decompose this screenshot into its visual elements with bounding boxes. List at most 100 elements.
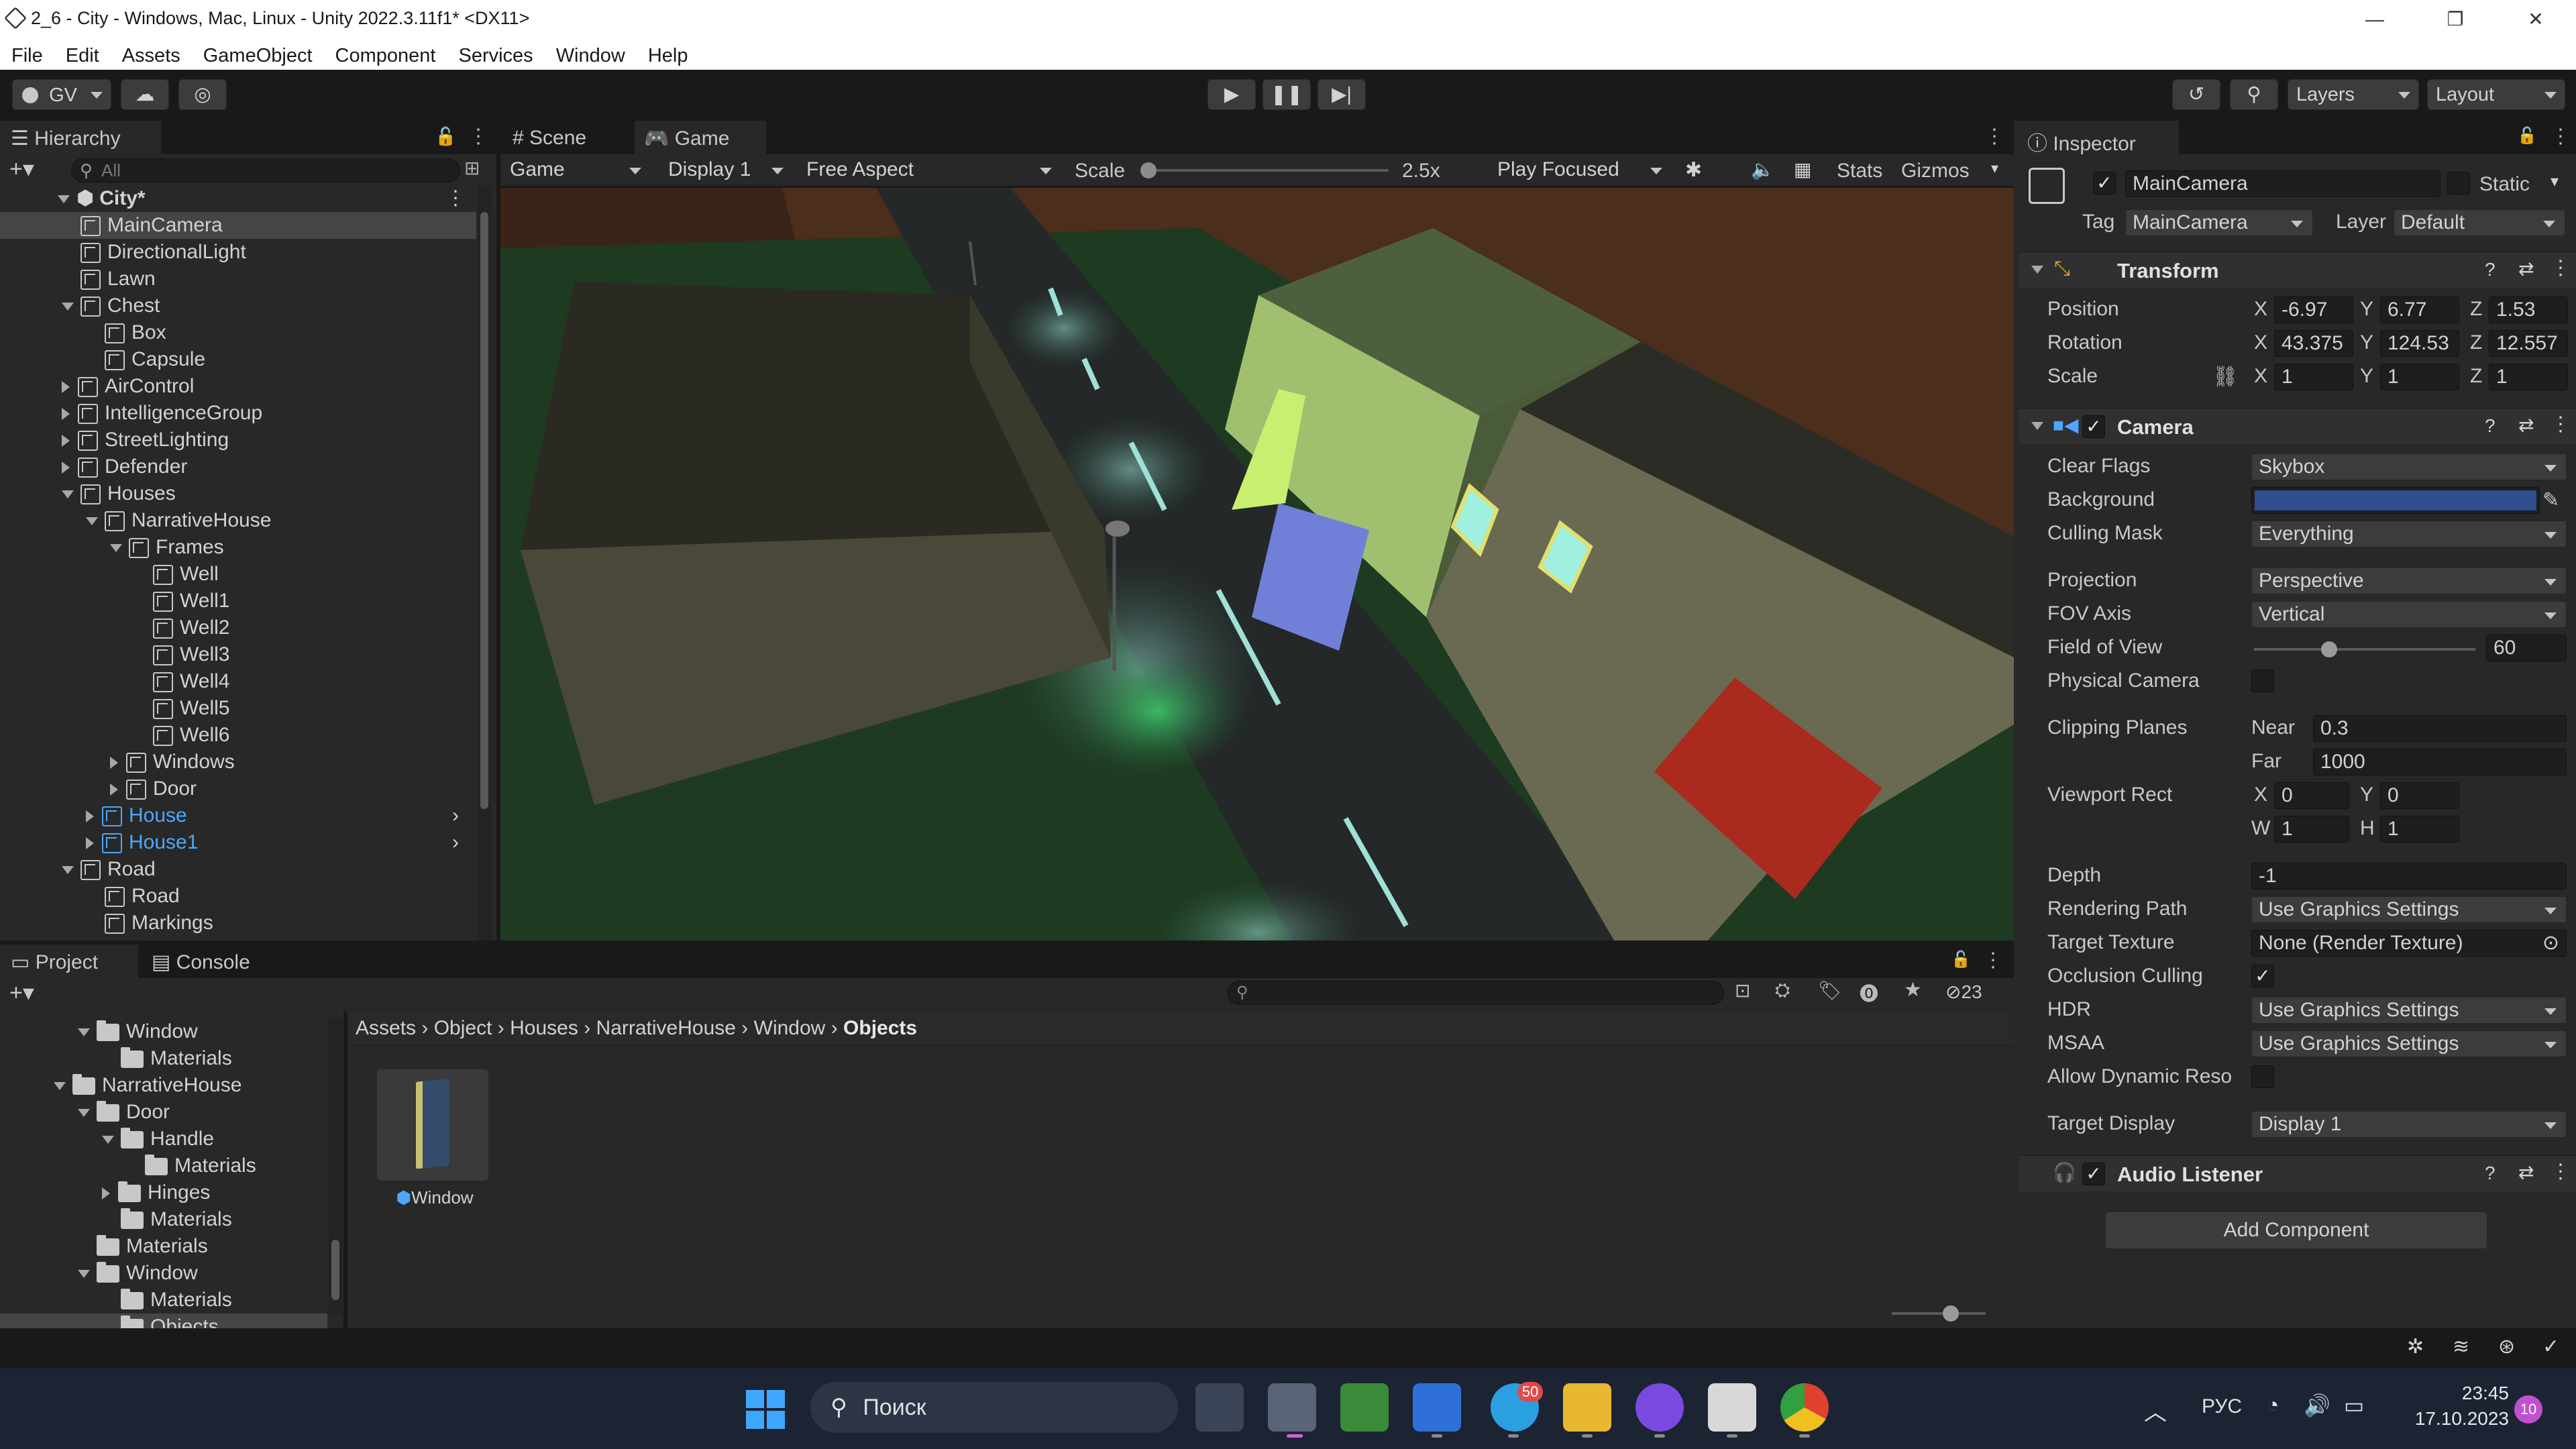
- project-folder-item[interactable]: Hinges: [0, 1179, 327, 1206]
- fold-closed-icon[interactable]: [62, 381, 70, 394]
- hierarchy-item[interactable]: Well4: [0, 668, 476, 695]
- spreadsheet-app-icon[interactable]: [1340, 1383, 1389, 1432]
- add-component-button[interactable]: Add Component: [2105, 1212, 2487, 1249]
- breadcrumb-narrativehouse[interactable]: NarrativeHouse: [596, 1017, 736, 1039]
- project-folder-item[interactable]: Window: [0, 1260, 327, 1287]
- hierarchy-item[interactable]: Markings: [0, 910, 476, 936]
- fold-open-icon[interactable]: [102, 1136, 114, 1144]
- filter-icon[interactable]: ⊞: [464, 157, 480, 179]
- project-search-field[interactable]: ⚲: [1228, 981, 1724, 1005]
- help-icon[interactable]: ?: [2485, 1163, 2496, 1184]
- chevron-right-icon[interactable]: ›: [452, 829, 459, 856]
- hierarchy-item[interactable]: Lawn: [0, 266, 476, 292]
- shortcut-grid-icon[interactable]: ▦: [1794, 158, 1811, 180]
- account-dropdown[interactable]: GV: [12, 79, 111, 110]
- project-folder-item[interactable]: Materials: [0, 1206, 327, 1233]
- transform-header[interactable]: ⤡ Transform ? ⇄ ⋮: [2019, 252, 2576, 288]
- project-folder-item[interactable]: Handle: [0, 1126, 327, 1152]
- rotation-z-field[interactable]: 12.557: [2489, 330, 2568, 357]
- hierarchy-item[interactable]: Chest: [0, 292, 476, 319]
- project-lock-icon[interactable]: 🔓: [1951, 950, 1971, 969]
- hierarchy-item[interactable]: MainCamera: [0, 212, 476, 239]
- rotation-y-field[interactable]: 124.53: [2380, 330, 2459, 357]
- close-icon[interactable]: ✕: [2509, 4, 2563, 35]
- depth-field[interactable]: -1: [2251, 863, 2567, 890]
- near-field[interactable]: 0.3: [2313, 715, 2567, 742]
- project-folder-item[interactable]: Materials: [0, 1233, 327, 1260]
- fold-closed-icon[interactable]: [62, 408, 70, 421]
- scale-link-icon[interactable]: ⛓: [2212, 365, 2238, 388]
- tab-game[interactable]: 🎮 Game: [635, 121, 766, 154]
- game-viewport[interactable]: [500, 188, 2014, 941]
- fold-open-icon[interactable]: [54, 1082, 66, 1091]
- fold-open-icon[interactable]: [2031, 266, 2043, 274]
- fold-closed-icon[interactable]: [110, 784, 118, 796]
- scene-menu-icon[interactable]: ⋮: [445, 185, 466, 212]
- hierarchy-item[interactable]: House1 ›: [0, 829, 476, 856]
- bug-icon[interactable]: ✱: [1685, 158, 1702, 182]
- step-button[interactable]: ▶|: [1318, 79, 1366, 110]
- stats-button[interactable]: Stats: [1837, 160, 1882, 182]
- menu-services[interactable]: Services: [447, 39, 544, 67]
- static-dropdown-icon[interactable]: ▾: [2551, 172, 2559, 191]
- hierarchy-search-field[interactable]: ⚲ All: [71, 158, 460, 182]
- occlusion-culling-checkbox[interactable]: ✓: [2251, 965, 2274, 987]
- hierarchy-item[interactable]: House ›: [0, 802, 476, 829]
- audio-listener-checkbox[interactable]: ✓: [2082, 1163, 2105, 1185]
- fold-closed-icon[interactable]: [110, 757, 118, 769]
- check-circle-icon[interactable]: ✓: [2542, 1335, 2559, 1358]
- target-display-dropdown[interactable]: Display 1: [2251, 1111, 2567, 1138]
- tray-overflow-icon[interactable]: ︿: [2144, 1394, 2167, 1427]
- presets-icon[interactable]: ⇄: [2518, 1161, 2534, 1183]
- favorite-star-icon[interactable]: ★: [1904, 978, 1922, 1002]
- layers-dropdown[interactable]: Layers: [2288, 79, 2419, 110]
- display-dropdown[interactable]: Display 1: [661, 157, 793, 184]
- project-folder-item[interactable]: Materials: [0, 1152, 327, 1179]
- snipping-tool-icon[interactable]: [1268, 1383, 1316, 1432]
- fold-open-icon[interactable]: [58, 195, 70, 204]
- viewport-x-field[interactable]: 0: [2274, 782, 2349, 809]
- fold-open-icon[interactable]: [2031, 422, 2043, 430]
- help-icon[interactable]: ?: [2485, 259, 2496, 280]
- breadcrumb-assets[interactable]: Assets: [356, 1017, 416, 1039]
- chevron-right-icon[interactable]: ›: [452, 802, 459, 829]
- language-indicator[interactable]: РУС: [2202, 1395, 2242, 1418]
- component-menu-icon[interactable]: ⋮: [2551, 1160, 2571, 1183]
- hierarchy-scrollbar[interactable]: [478, 185, 491, 941]
- scale-slider-thumb[interactable]: [1140, 162, 1157, 178]
- menu-assets[interactable]: Assets: [111, 39, 192, 67]
- fov-axis-dropdown[interactable]: Vertical: [2251, 601, 2567, 628]
- project-folder-item[interactable]: NarrativeHouse: [0, 1072, 327, 1099]
- menu-file[interactable]: File: [0, 39, 54, 67]
- minimize-icon[interactable]: —: [2348, 4, 2402, 35]
- hierarchy-item[interactable]: Well6: [0, 722, 476, 749]
- unity-hub-icon[interactable]: [1708, 1383, 1756, 1432]
- fold-closed-icon[interactable]: [62, 435, 70, 447]
- hierarchy-item[interactable]: Well5: [0, 695, 476, 722]
- menu-gameobject[interactable]: GameObject: [192, 39, 324, 67]
- restore-icon[interactable]: ❐: [2428, 4, 2482, 35]
- viewport-w-field[interactable]: 1: [2274, 816, 2349, 843]
- project-more-icon[interactable]: ⋮: [1983, 949, 2003, 972]
- clock[interactable]: 23:45 17.10.2023: [2402, 1381, 2509, 1432]
- volume-icon[interactable]: 🔊: [2304, 1393, 2330, 1418]
- pause-button[interactable]: ❚❚: [1263, 79, 1311, 110]
- position-x-field[interactable]: -6.97: [2274, 297, 2353, 323]
- camera-header[interactable]: ■◀ ✓ Camera ? ⇄ ⋮: [2019, 408, 2576, 444]
- fold-open-icon[interactable]: [78, 1028, 90, 1037]
- play-mode-dropdown[interactable]: Play Focused: [1491, 157, 1672, 184]
- position-y-field[interactable]: 6.77: [2380, 297, 2459, 323]
- rendering-path-dropdown[interactable]: Use Graphics Settings: [2251, 896, 2567, 923]
- search-by-type-icon[interactable]: ⊡: [1735, 979, 1750, 1002]
- stack-icon[interactable]: ≋: [2453, 1335, 2469, 1358]
- fold-closed-icon[interactable]: [86, 837, 94, 850]
- help-icon[interactable]: ?: [2485, 415, 2496, 437]
- hierarchy-item[interactable]: Box: [0, 319, 476, 346]
- task-view-icon[interactable]: [1195, 1383, 1244, 1432]
- gizmos-dropdown-icon[interactable]: ▾: [1991, 160, 1998, 177]
- breadcrumb-window[interactable]: Window: [754, 1017, 826, 1039]
- presets-icon[interactable]: ⇄: [2518, 258, 2534, 280]
- bug-off-icon[interactable]: ⊛: [2498, 1335, 2515, 1358]
- hierarchy-item[interactable]: AirControl: [0, 373, 476, 400]
- position-z-field[interactable]: 1.53: [2489, 297, 2568, 323]
